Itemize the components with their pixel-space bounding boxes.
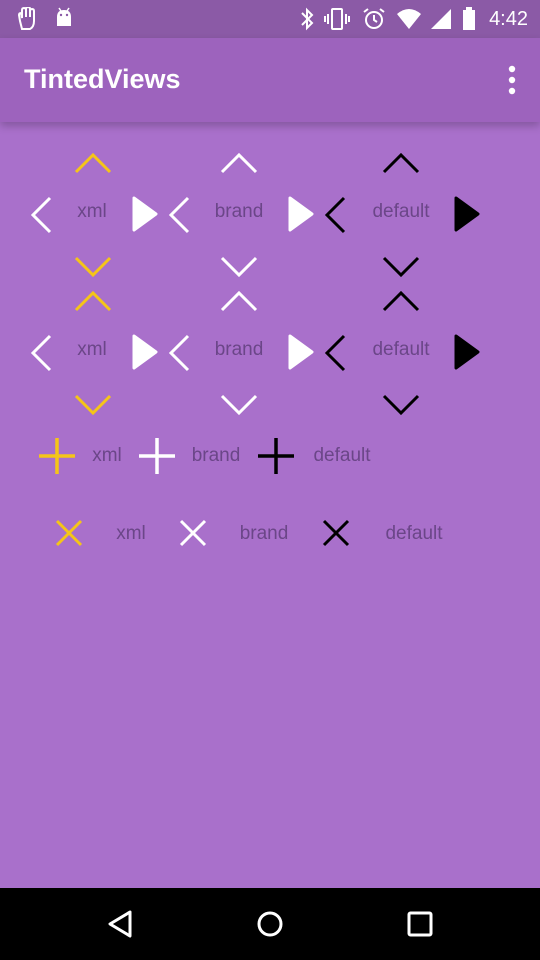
chevron-left-icon[interactable] — [168, 334, 192, 372]
plus-icon[interactable] — [38, 437, 76, 475]
chevron-down-icon[interactable] — [74, 394, 112, 416]
hand-icon — [17, 7, 35, 30]
play-arrow-icon[interactable] — [132, 196, 158, 232]
chevron-down-icon[interactable] — [220, 256, 258, 278]
recents-icon[interactable] — [398, 902, 442, 946]
play-arrow-icon[interactable] — [454, 196, 480, 232]
play-arrow-icon[interactable] — [132, 334, 158, 370]
plus-icon[interactable] — [257, 437, 295, 475]
chevron-up-icon[interactable] — [382, 290, 420, 312]
play-arrow-icon[interactable] — [288, 334, 314, 370]
close-icon[interactable] — [55, 519, 83, 547]
play-arrow-icon[interactable] — [288, 196, 314, 232]
chevron-up-icon[interactable] — [74, 152, 112, 174]
alarm-icon — [363, 8, 385, 29]
xml-label: xml — [116, 523, 146, 544]
back-icon[interactable] — [98, 902, 142, 946]
status-bar: 4:42 — [0, 0, 540, 38]
android-icon — [57, 7, 71, 26]
brand-label: brand — [214, 201, 264, 222]
close-icon[interactable] — [179, 519, 207, 547]
chevron-up-icon[interactable] — [220, 152, 258, 174]
signal-icon — [431, 9, 451, 29]
battery-icon — [463, 7, 475, 30]
chevron-down-icon[interactable] — [382, 394, 420, 416]
content-area: xml brand default xml brand default xml … — [0, 122, 540, 888]
play-arrow-icon[interactable] — [454, 334, 480, 370]
xml-label: xml — [92, 445, 122, 466]
chevron-down-icon[interactable] — [382, 256, 420, 278]
default-label: default — [385, 523, 443, 544]
plus-icon[interactable] — [138, 437, 176, 475]
chevron-down-icon[interactable] — [220, 394, 258, 416]
wifi-icon — [397, 9, 421, 29]
chevron-left-icon[interactable] — [324, 196, 348, 234]
app-title: TintedViews — [24, 64, 181, 94]
bluetooth-icon — [301, 7, 314, 31]
chevron-left-icon[interactable] — [324, 334, 348, 372]
brand-label: brand — [191, 445, 241, 466]
close-icon[interactable] — [322, 519, 350, 547]
chevron-up-icon[interactable] — [74, 290, 112, 312]
default-label: default — [372, 339, 430, 360]
chevron-up-icon[interactable] — [382, 152, 420, 174]
chevron-down-icon[interactable] — [74, 256, 112, 278]
home-icon[interactable] — [248, 902, 292, 946]
more-vert-icon[interactable] — [502, 64, 522, 96]
brand-label: brand — [214, 339, 264, 360]
chevron-up-icon[interactable] — [220, 290, 258, 312]
xml-label: xml — [77, 339, 107, 360]
default-label: default — [372, 201, 430, 222]
chevron-left-icon[interactable] — [30, 334, 54, 372]
chevron-left-icon[interactable] — [168, 196, 192, 234]
default-label: default — [313, 445, 371, 466]
status-time: 4:42 — [489, 8, 528, 30]
vibrate-icon — [324, 8, 350, 30]
chevron-left-icon[interactable] — [30, 196, 54, 234]
app-bar: TintedViews — [0, 38, 540, 122]
brand-label: brand — [239, 523, 289, 544]
xml-label: xml — [77, 201, 107, 222]
navigation-bar — [0, 888, 540, 960]
